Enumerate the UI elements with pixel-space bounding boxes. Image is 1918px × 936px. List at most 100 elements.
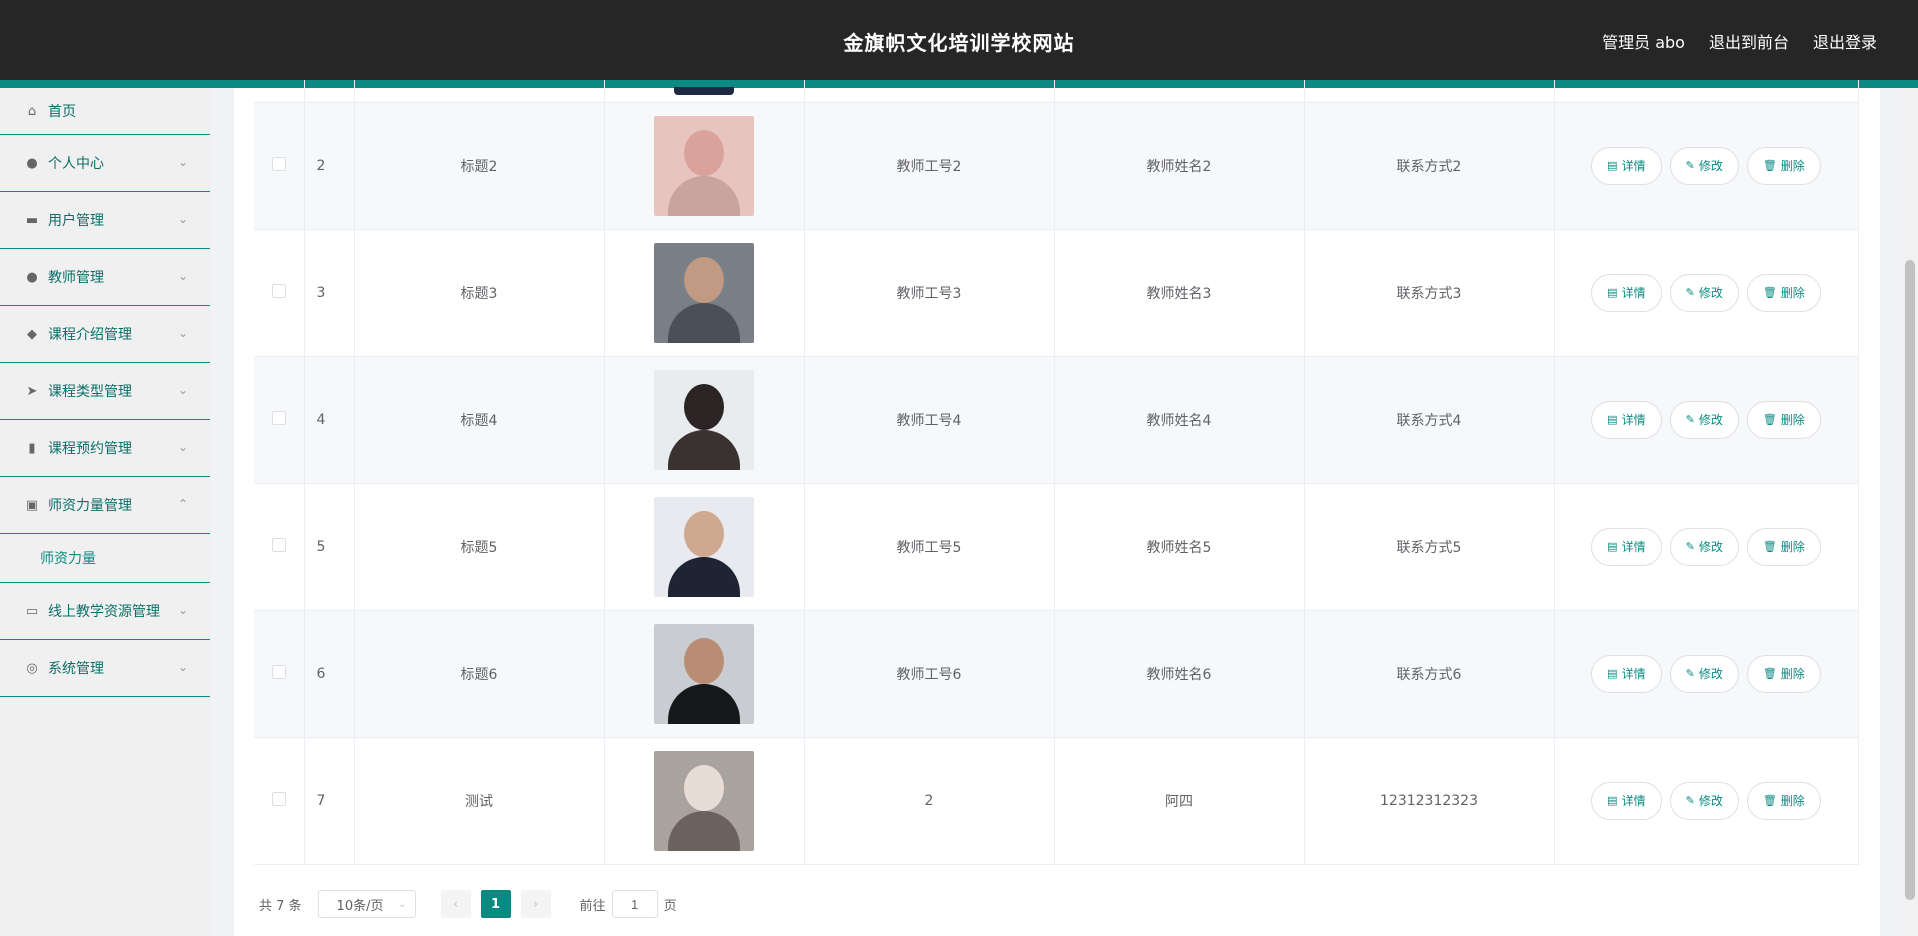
sidebar-subitem-faculty[interactable]: 师资力量 [0,534,210,583]
table-row: 2 标题2 教师工号2 教师姓名2 联系方式2 ▤ 详情 ✎ 修改 🗑 删除 [254,102,1859,230]
page-size-select[interactable]: 10条/页 ⌄ [317,890,416,918]
row-teacher-no: 教师工号6 [804,610,1055,738]
row-checkbox[interactable] [271,664,286,679]
edit-button[interactable]: ✎ 修改 [1669,400,1739,439]
edit-button-label: 修改 [1698,159,1723,173]
pagination: 共 7 条 10条/页 ⌄ ‹ 1 › 前往 页 [259,890,677,918]
delete-button[interactable]: 🗑 删除 [1746,273,1821,312]
photo-thumbnail [674,86,734,95]
row-teacher-no: 教师工号3 [804,229,1055,357]
delete-button[interactable]: 🗑 删除 [1746,654,1821,693]
detail-button[interactable]: ▤ 详情 [1591,146,1662,185]
detail-button-label: 详情 [1621,667,1646,681]
detail-button[interactable]: ▤ 详情 [1591,273,1662,312]
edit-icon: ✎ [1685,286,1695,299]
table-row: 6 标题6 教师工号6 教师姓名6 联系方式6 ▤ 详情 ✎ 修改 🗑 删除 [254,610,1859,738]
delete-button[interactable]: 🗑 删除 [1746,527,1821,566]
row-index: 3 [304,229,355,357]
sidebar-item-course-type[interactable]: ➤ 课程类型管理 ⌄ [0,363,210,420]
row-contact: 联系方式3 [1304,229,1555,357]
sidebar-item-personal-center[interactable]: ● 个人中心 ⌄ [0,135,210,192]
top-bar: 金旗帜文化培训学校网站 管理员 abo 退出到前台 退出登录 [0,0,1918,88]
detail-button[interactable]: ▤ 详情 [1591,527,1662,566]
prev-page-button[interactable]: ‹ [440,890,471,918]
table-row: 5 标题5 教师工号5 教师姓名5 联系方式5 ▤ 详情 ✎ 修改 🗑 删除 [254,483,1859,611]
edit-button[interactable]: ✎ 修改 [1669,654,1739,693]
detail-button-label: 详情 [1621,540,1646,554]
row-teacher-name: 教师姓名4 [1054,356,1305,484]
detail-button-label: 详情 [1621,159,1646,173]
sidebar-item-faculty-management[interactable]: ▣ 师资力量管理 ⌃ [0,477,210,534]
main-content: 2 标题2 教师工号2 教师姓名2 联系方式2 ▤ 详情 ✎ 修改 🗑 删除 3 标题3 教师工号3 教师姓… [234,80,1880,936]
row-index: 4 [304,356,355,484]
clipboard-icon: ▣ [25,497,39,513]
back-to-front-link[interactable]: 退出到前台 [1709,29,1789,53]
current-page-button[interactable]: 1 [480,890,511,918]
delete-button[interactable]: 🗑 删除 [1746,781,1821,820]
photo-thumbnail[interactable] [654,369,754,470]
page-suffix-label: 页 [663,898,677,914]
photo-thumbnail[interactable] [654,496,754,597]
edit-button[interactable]: ✎ 修改 [1669,273,1739,312]
edit-button[interactable]: ✎ 修改 [1669,781,1739,820]
row-checkbox[interactable] [271,156,286,171]
home-icon: ⌂ [27,103,37,119]
photo-thumbnail[interactable] [654,115,754,216]
send-icon: ➤ [26,383,38,399]
edit-icon: ✎ [1685,794,1695,807]
trash-icon: 🗑 [1762,286,1777,299]
sidebar-item-label: 师资力量管理 [48,498,132,514]
next-page-button[interactable]: › [520,890,551,918]
photo-thumbnail[interactable] [654,623,754,724]
sidebar-item-online-resources[interactable]: ▭ 线上教学资源管理 ⌄ [0,583,210,640]
logout-link[interactable]: 退出登录 [1813,29,1877,53]
row-contact: 12312312323 [1304,737,1555,865]
edit-button[interactable]: ✎ 修改 [1669,527,1739,566]
document-icon: ▤ [1607,794,1618,807]
photo-body [668,683,740,724]
table-row-partial [254,80,1859,103]
sidebar-item-label: 用户管理 [48,213,104,229]
row-checkbox[interactable] [271,410,286,425]
photo-thumbnail[interactable] [654,750,754,851]
sidebar-item-course-booking[interactable]: ▮ 课程预约管理 ⌄ [0,420,210,477]
chevron-up-icon: ⌃ [177,497,188,511]
detail-button-label: 详情 [1621,286,1646,300]
row-title: 标题2 [354,102,605,230]
photo-head [684,764,724,811]
photo-head [684,129,724,176]
row-teacher-name: 教师姓名3 [1054,229,1305,357]
message-icon: ▭ [25,603,39,619]
photo-head [684,383,724,430]
sidebar-item-label: 教师管理 [48,270,104,286]
edit-button[interactable]: ✎ 修改 [1669,146,1739,185]
delete-button-label: 删除 [1780,667,1805,681]
delete-button[interactable]: 🗑 删除 [1746,400,1821,439]
edit-button-label: 修改 [1698,667,1723,681]
table-row: 4 标题4 教师工号4 教师姓名4 联系方式4 ▤ 详情 ✎ 修改 🗑 删除 [254,356,1859,484]
chevron-down-icon: ⌄ [177,603,188,617]
row-contact: 联系方式5 [1304,483,1555,611]
scrollbar-thumb[interactable] [1905,260,1915,900]
detail-button[interactable]: ▤ 详情 [1591,400,1662,439]
photo-thumbnail[interactable] [654,242,754,343]
sidebar-item-course-intro[interactable]: ◆ 课程介绍管理 ⌄ [0,306,210,363]
row-checkbox[interactable] [271,537,286,552]
detail-button[interactable]: ▤ 详情 [1591,781,1662,820]
delete-button[interactable]: 🗑 删除 [1746,146,1821,185]
goto-page-input[interactable] [611,890,658,918]
chevron-down-icon: ⌄ [177,660,188,674]
row-title: 标题3 [354,229,605,357]
page-scrollbar[interactable] [1902,88,1918,936]
sidebar-item-home[interactable]: ⌂ 首页 [0,88,210,135]
row-checkbox[interactable] [271,283,286,298]
delete-button-label: 删除 [1780,286,1805,300]
monitor-icon: ▬ [25,212,39,228]
row-checkbox[interactable] [271,791,286,806]
row-teacher-no: 教师工号5 [804,483,1055,611]
sidebar-item-system[interactable]: ◎ 系统管理 ⌄ [0,640,210,697]
sidebar-item-teacher-management[interactable]: ● 教师管理 ⌄ [0,249,210,306]
sidebar-item-user-management[interactable]: ▬ 用户管理 ⌄ [0,192,210,249]
row-index: 2 [304,102,355,230]
detail-button[interactable]: ▤ 详情 [1591,654,1662,693]
